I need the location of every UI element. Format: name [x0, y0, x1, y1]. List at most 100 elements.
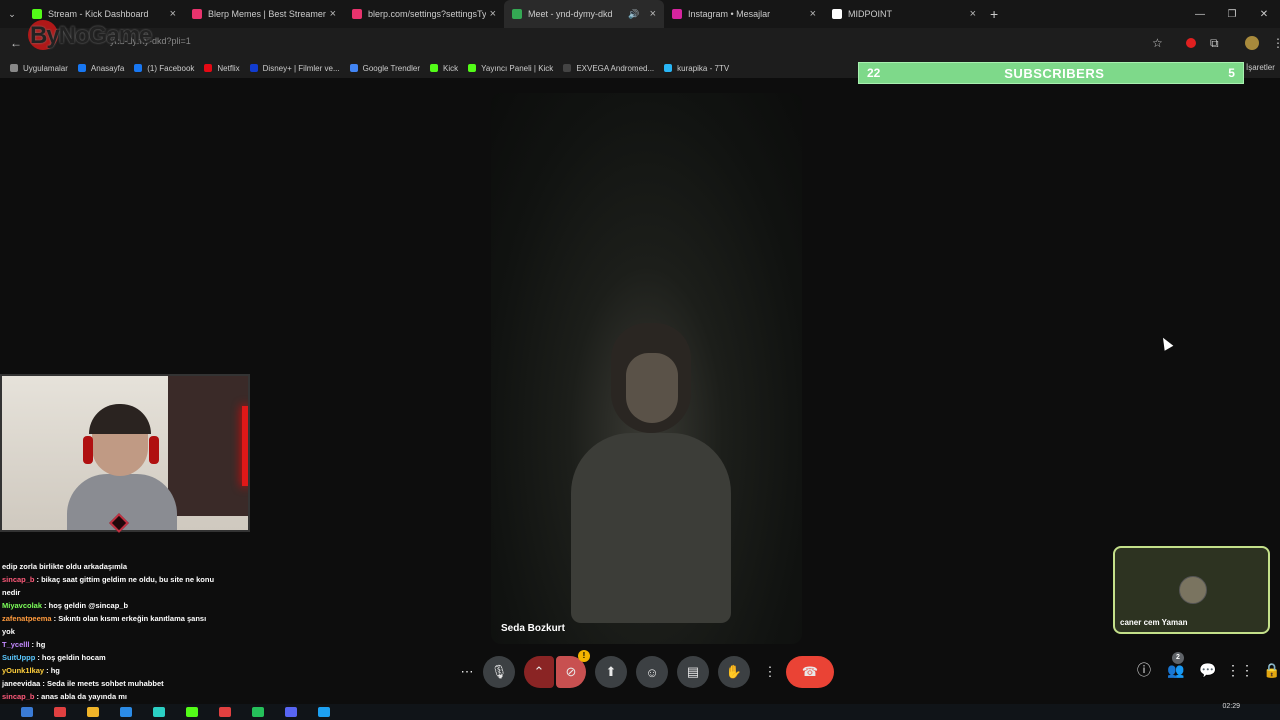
new-tab-button[interactable]: + [990, 6, 998, 22]
chat-message: T_ycelll: hg [0, 638, 215, 651]
bookmark-favicon-icon [430, 64, 438, 72]
meeting-info-icon[interactable]: ⓘ [1128, 660, 1160, 680]
bookmark-item[interactable]: Netflix [204, 63, 240, 73]
camera-options-chevron[interactable]: ⌃ [524, 656, 554, 688]
main-video-tile[interactable]: Seda Bozkurt [491, 93, 802, 644]
tab-favicon-icon [832, 9, 842, 19]
chat-username: sincap_b [2, 575, 35, 584]
taskbar-app-icon[interactable] [186, 707, 198, 717]
bookmark-item[interactable]: Uygulamalar [10, 64, 68, 73]
browser-tab[interactable]: MIDPOINT × [824, 0, 984, 28]
bookmark-item[interactable]: Anasayfa [77, 63, 125, 73]
extension-record-icon[interactable] [1186, 38, 1196, 48]
bookmark-item[interactable]: Kick [430, 64, 458, 73]
bookmark-label: Anasayfa [90, 63, 125, 73]
taskbar-clock: 02:29 [1222, 703, 1240, 710]
tab-close-icon[interactable]: × [650, 8, 656, 20]
bookmarks-right[interactable]: İşaretler [1246, 63, 1275, 72]
taskbar-app-icon[interactable] [318, 707, 330, 717]
tab-title: blerp.com/settings?settingsTyp... [368, 9, 486, 19]
tab-title: Instagram • Mesajlar [688, 9, 771, 19]
menu-icon[interactable]: ⋮ [1272, 36, 1280, 50]
bookmark-item[interactable]: Disney+ | Filmler ve... [249, 63, 340, 73]
bookmark-star-icon[interactable]: ☆ [1152, 36, 1163, 50]
taskbar-app-icon[interactable] [21, 707, 33, 717]
minimize-icon[interactable]: — [1184, 9, 1216, 20]
present-screen-button[interactable]: ⬆ [595, 656, 627, 688]
participant-video [571, 323, 731, 623]
chat-message: sincap_b: anas abla da yayında mı [0, 690, 215, 703]
bookmark-item[interactable]: Yayıncı Paneli | Kick [468, 64, 553, 73]
tab-favicon-icon [512, 9, 522, 19]
captions-button[interactable]: ▤ [677, 656, 709, 688]
chat-username: zafenatpeema [2, 614, 52, 623]
bookmark-label: Google Trendler [362, 63, 420, 73]
tab-audio-icon[interactable]: 🔊 [628, 9, 639, 20]
chat-username: Miyavcolak [2, 601, 43, 610]
extensions-icon[interactable]: ⧉ [1210, 36, 1219, 51]
browser-tab[interactable]: Blerp Memes | Best Streamer S... × [184, 0, 344, 28]
profile-avatar[interactable] [1245, 36, 1259, 50]
tab-title: Meet - ynd-dymy-dkd [528, 9, 613, 19]
close-window-icon[interactable]: ✕ [1248, 9, 1280, 20]
reactions-button[interactable]: ☺ [636, 656, 668, 688]
chat-message: Miyavcolak: hoş geldin @sincap_b [0, 599, 215, 612]
chat-message: edip zorla birlikte oldu arkadaşımla [0, 560, 215, 573]
subscribers-goal-bar: 22 SUBSCRIBERS 5 [858, 62, 1244, 84]
more-emoji-icon[interactable]: ⋯ [456, 656, 478, 688]
bookmark-item[interactable]: kurapika - 7TV [664, 64, 729, 73]
taskbar-app-icon[interactable] [54, 707, 66, 717]
stream-chat-overlay: edip zorla birlikte oldu arkadaşımla sinc… [0, 560, 215, 716]
chat-text: : Seda ile meets sohbet muhabbet [42, 679, 164, 688]
browser-tab[interactable]: Instagram • Mesajlar × [664, 0, 824, 28]
raise-hand-button[interactable]: ✋ [718, 656, 750, 688]
tab-search-icon[interactable]: ⌄ [0, 9, 24, 20]
subscribers-label: SUBSCRIBERS [1004, 65, 1105, 81]
back-icon[interactable]: ← [10, 36, 22, 50]
chat-text: : anas abla da yayında mı [36, 692, 127, 701]
chat-icon[interactable]: 💬 [1192, 662, 1224, 679]
chat-message: janeevidaa: Seda ile meets sohbet muhabb… [0, 677, 215, 690]
bookmark-item[interactable]: (1) Facebook [134, 64, 194, 73]
people-icon[interactable]: 👥 2 [1160, 651, 1192, 679]
taskbar-app-icon[interactable] [87, 707, 99, 717]
bookmark-label: Disney+ | Filmler ve... [262, 63, 340, 73]
tab-close-icon[interactable]: × [330, 8, 336, 20]
leave-call-button[interactable]: ☎ [786, 656, 834, 688]
taskbar-app-icon[interactable] [285, 707, 297, 717]
bynogame-logo: ByNoGame [30, 22, 152, 49]
activities-icon[interactable]: ⋮⋮ [1224, 662, 1256, 679]
browser-tab[interactable]: Meet - ynd-dymy-dkd 🔊 × [504, 0, 664, 28]
chat-text: edip zorla birlikte oldu arkadaşımla [2, 562, 128, 571]
browser-tab[interactable]: blerp.com/settings?settingsTyp... × [344, 0, 504, 28]
tab-favicon-icon [32, 9, 42, 19]
tab-favicon-icon [192, 9, 202, 19]
subscribers-goal: 5 [1228, 66, 1235, 80]
chat-text: : hg [46, 666, 60, 675]
bookmark-item[interactable]: EXVEGA Andromed... [563, 64, 654, 73]
meet-side-controls: ⓘ 👥 2 💬 ⋮⋮ 🔒 [1128, 651, 1280, 680]
tab-close-icon[interactable]: × [810, 8, 816, 20]
taskbar-app-icon[interactable] [219, 707, 231, 717]
bookmark-label: Uygulamalar [23, 63, 68, 73]
taskbar-app-icon[interactable] [120, 707, 132, 717]
taskbar-app-icon[interactable] [252, 707, 264, 717]
bookmark-favicon-icon [563, 64, 572, 72]
chat-message: yOunk1lkay: hg [0, 664, 215, 677]
bookmark-label: Netflix [217, 63, 240, 73]
self-video-tile[interactable]: caner cem Yaman [1113, 546, 1270, 634]
camera-off-button[interactable]: ⊘! [556, 650, 590, 688]
bookmark-favicon-icon [349, 64, 358, 72]
restore-icon[interactable]: ❐ [1216, 9, 1248, 20]
tab-close-icon[interactable]: × [970, 8, 976, 20]
tab-favicon-icon [672, 9, 682, 19]
tab-close-icon[interactable]: × [170, 8, 176, 20]
bookmark-item[interactable]: Google Trendler [349, 63, 420, 73]
taskbar-app-icon[interactable] [153, 707, 165, 717]
more-options-icon[interactable]: ⋮ [759, 656, 781, 688]
bookmark-favicon-icon [134, 64, 143, 72]
host-controls-icon[interactable]: 🔒 [1256, 662, 1280, 679]
chat-username: SuitUppp [2, 653, 36, 662]
microphone-button[interactable]: 🎙 [483, 656, 515, 688]
tab-close-icon[interactable]: × [490, 8, 496, 20]
